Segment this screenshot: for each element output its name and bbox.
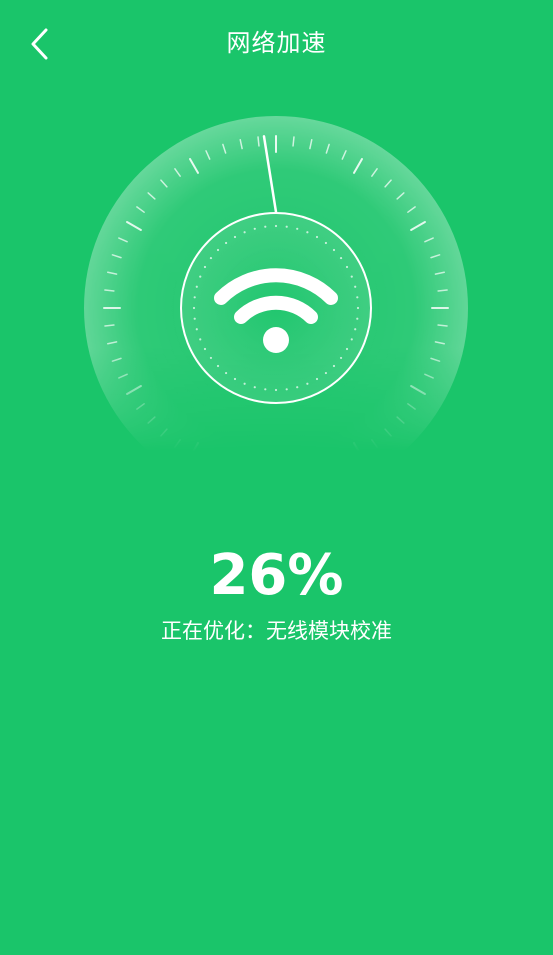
inner-dot [192, 306, 196, 310]
inner-dot [296, 227, 299, 230]
inner-dot [243, 382, 246, 385]
inner-dot [354, 328, 357, 331]
optimization-status: 正在优化：无线模块校准 [0, 614, 553, 648]
inner-dot [253, 227, 256, 230]
inner-dot [233, 377, 237, 381]
inner-dot [193, 317, 196, 320]
inner-dot [345, 265, 349, 269]
status-prefix: 正在优化： [161, 619, 266, 643]
inner-dot [324, 241, 328, 245]
inner-dot [285, 225, 288, 228]
outer-tick [437, 324, 448, 327]
inner-dot [285, 388, 288, 391]
inner-dot [356, 296, 359, 299]
outer-tick [104, 324, 115, 327]
progress-percent: 26% [209, 543, 344, 608]
inner-dot [195, 285, 198, 288]
inner-dot [216, 248, 220, 252]
inner-dot [193, 296, 196, 299]
inner-dot [324, 371, 328, 375]
inner-dot [203, 265, 207, 269]
inner-dot [306, 382, 309, 385]
network-boost-screen: 网络加速 26% 正在优化：无线模块校准 [0, 0, 553, 955]
inner-dot [243, 231, 246, 234]
inner-dot [306, 231, 309, 234]
outer-tick [257, 469, 260, 480]
inner-dot [224, 241, 228, 245]
gauge-graphic [84, 116, 468, 500]
inner-dot [354, 285, 357, 288]
outer-tick [104, 289, 115, 292]
inner-dot [209, 356, 213, 360]
inner-dot [274, 224, 278, 228]
inner-dot [332, 364, 336, 368]
inner-dot [195, 328, 198, 331]
inner-dot [253, 386, 256, 389]
top-bar: 网络加速 [0, 0, 553, 88]
inner-dot [345, 347, 349, 351]
outer-tick [292, 469, 295, 480]
inner-dot [203, 347, 207, 351]
inner-dot [350, 338, 353, 341]
inner-dot [199, 275, 202, 278]
inner-dot [264, 225, 267, 228]
outer-tick [437, 289, 448, 292]
page-title: 网络加速 [226, 29, 327, 57]
outer-tick [257, 136, 260, 147]
inner-dot [274, 388, 278, 392]
status-task: 无线模块校准 [266, 619, 392, 643]
inner-dot [224, 371, 228, 375]
inner-dot [356, 306, 360, 310]
inner-dot [199, 338, 202, 341]
inner-dot [264, 388, 267, 391]
speed-gauge [76, 108, 476, 508]
inner-dot [339, 256, 343, 260]
inner-dot [209, 256, 213, 260]
inner-dot [315, 377, 319, 381]
inner-dot [315, 235, 319, 239]
inner-dot [332, 248, 336, 252]
inner-dot [296, 386, 299, 389]
inner-dot [356, 317, 359, 320]
outer-tick [292, 136, 295, 147]
inner-dot [216, 364, 220, 368]
inner-dot [350, 275, 353, 278]
inner-dot [233, 235, 237, 239]
inner-dot [339, 356, 343, 360]
